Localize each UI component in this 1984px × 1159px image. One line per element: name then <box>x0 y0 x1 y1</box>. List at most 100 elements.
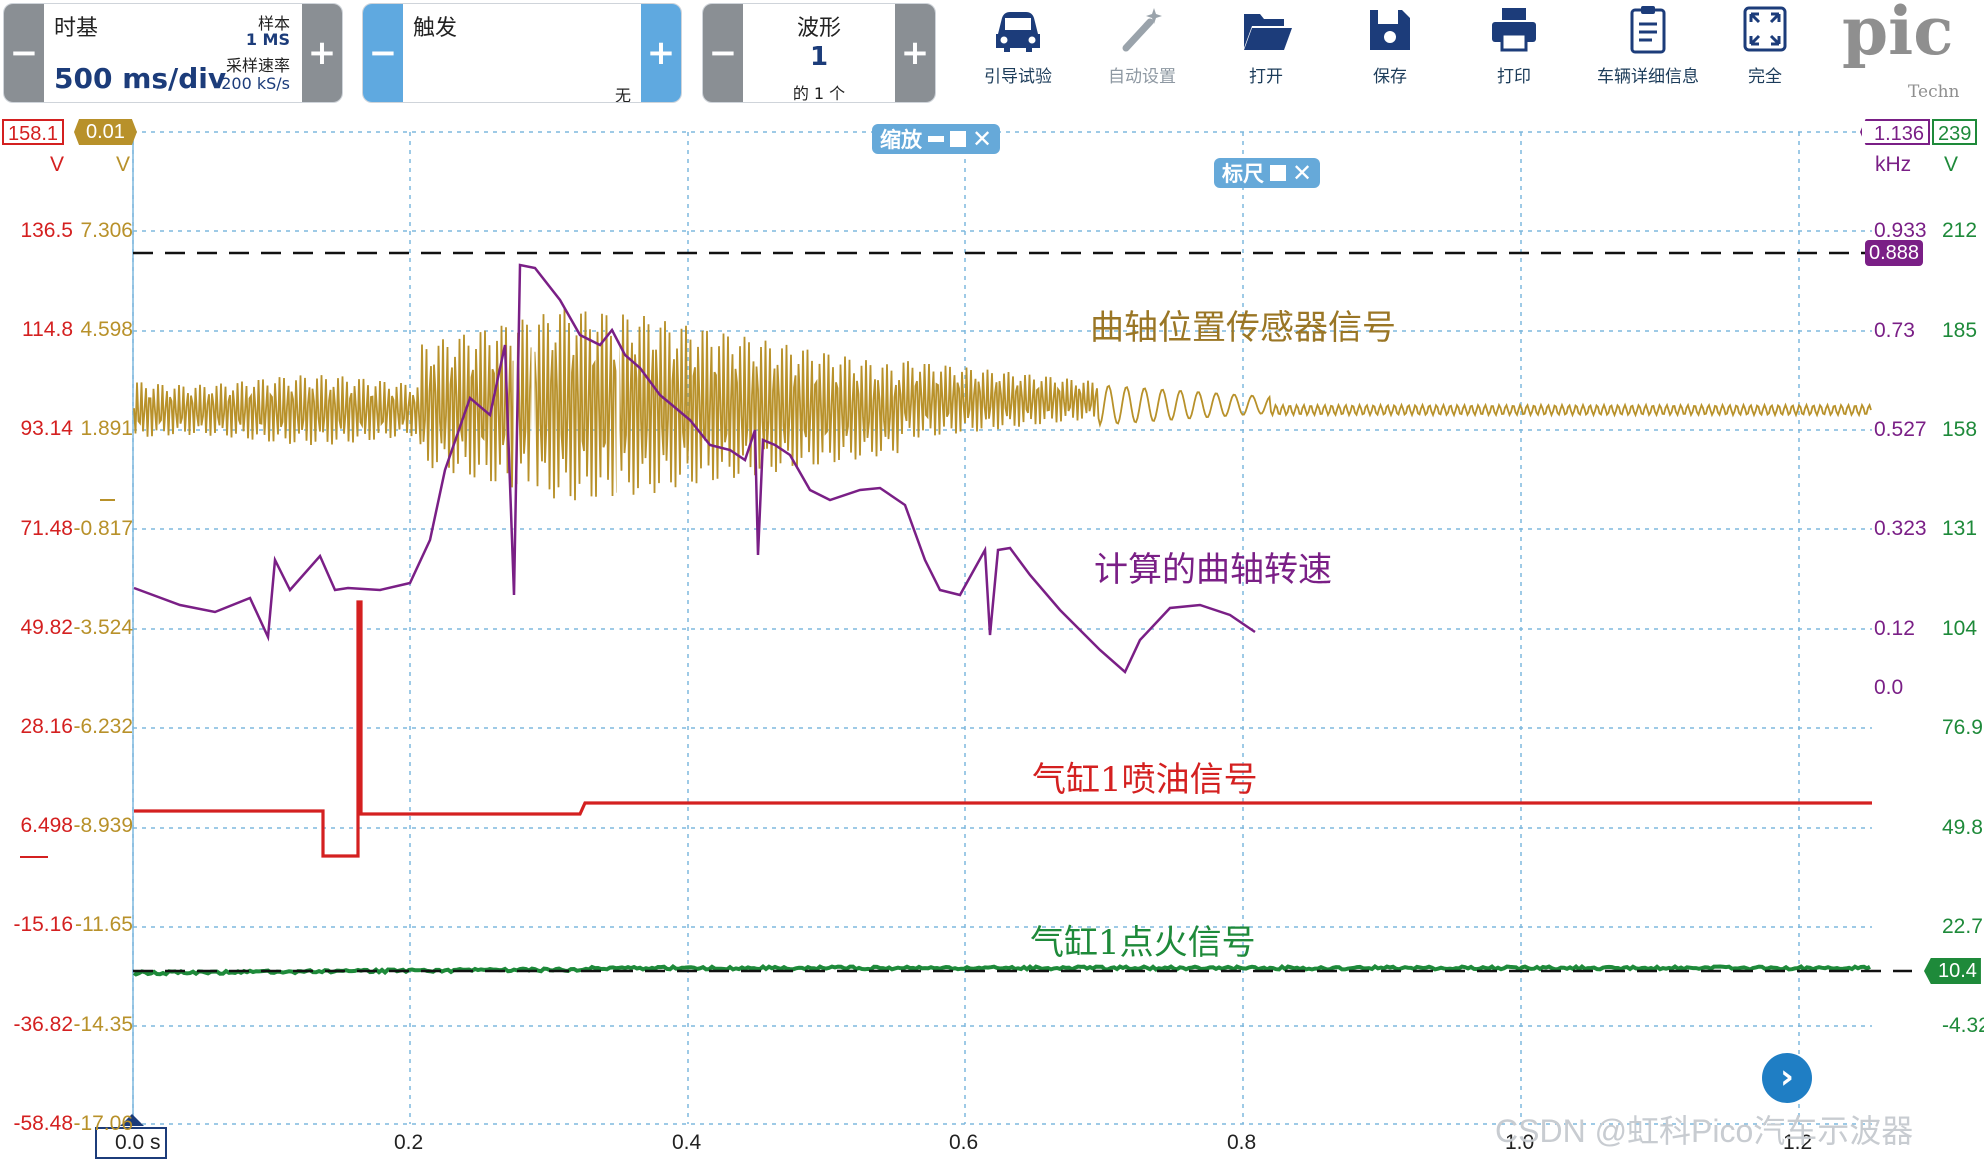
channel-b-axis-label: 4.598 <box>80 318 133 342</box>
trigger-mode[interactable]: 无 <box>615 82 631 103</box>
maximize-icon[interactable] <box>950 131 966 147</box>
logo-text: pic <box>1842 0 1953 70</box>
channel-b-axis-label: -8.939 <box>73 814 133 838</box>
watermark: CSDN @虹科Pico汽车示波器 <box>1495 1106 1913 1152</box>
math-scale: 1.136 <box>1874 123 1924 145</box>
zoom-overview-chip[interactable]: 缩放 ✕ <box>872 124 1000 154</box>
timebase-value[interactable]: 500 ms/div <box>54 62 226 95</box>
channel-a-axis-label: 114.8 <box>22 318 73 342</box>
channel-a-unit: V <box>50 153 64 177</box>
channel-b-axis-label: -11.65 <box>75 913 133 937</box>
auto-setup-button[interactable]: 自动设置 <box>1087 4 1197 96</box>
channel-d-axis-label: 158 <box>1942 418 1977 442</box>
channel-a-axis-label: 49.82 <box>20 616 73 640</box>
minimize-icon[interactable] <box>928 136 944 142</box>
channel-b-axis-label: -14.35 <box>73 1013 133 1037</box>
channel-d-axis-label: -4.32 <box>1942 1014 1984 1038</box>
x-axis-tick-label: 0.6 <box>949 1131 978 1155</box>
x-axis-tick-label: 0.0 s <box>115 1131 161 1155</box>
pico-logo: pic Techn <box>1834 0 1984 108</box>
math-axis-label: 0.12 <box>1874 617 1915 641</box>
channel-d-scale-tag[interactable]: 239 <box>1932 119 1977 145</box>
rate-label: 采样速率 <box>226 52 290 76</box>
channel-d-axis-label: 104 <box>1942 617 1977 641</box>
channel-a-axis-label: 136.5 <box>20 219 73 243</box>
channel-a-axis-label: 71.48 <box>20 517 73 541</box>
channel-d-axis-label: 185 <box>1942 319 1977 343</box>
channel-a-axis-label: -15.16 <box>13 913 73 937</box>
fullscreen-icon <box>1737 4 1793 56</box>
vehicle-details-button[interactable]: 车辆详细信息 <box>1583 4 1713 96</box>
channel-d-axis-label: 131 <box>1942 517 1977 541</box>
channel-d-axis-label: 22.7 <box>1942 915 1983 939</box>
math-axis-label: 0.933 <box>1874 219 1927 243</box>
channel-b-axis-label: 1.891 <box>80 417 133 441</box>
channel-a-axis-label: 28.16 <box>20 715 73 739</box>
channel-a-scale-tag[interactable]: 158.1 <box>2 119 64 145</box>
channel-a-axis-label: 93.14 <box>20 417 73 441</box>
channel-d-unit: V <box>1944 153 1958 177</box>
channel-b-scale: 0.01 <box>86 121 125 143</box>
timebase-decrease-button[interactable]: − <box>4 4 44 102</box>
ignition-label: 气缸1点火信号 <box>1030 915 1256 964</box>
open-label: 打开 <box>1211 62 1321 87</box>
waveform-plot[interactable] <box>0 112 1984 1159</box>
fullscreen-label: 完全 <box>1710 62 1820 87</box>
channel-d-ruler-tag[interactable]: 10.4 <box>1924 958 1981 984</box>
ruler-chip-label: 标尺 <box>1222 158 1264 188</box>
math-axis-label: 0.323 <box>1874 517 1927 541</box>
chevron-right-icon: › <box>1780 1057 1794 1097</box>
vehicle-details-label: 车辆详细信息 <box>1583 62 1713 87</box>
math-axis-label: 0.73 <box>1874 319 1915 343</box>
maximize-icon[interactable] <box>1270 165 1286 181</box>
injector-trace <box>134 602 1872 856</box>
auto-setup-label: 自动设置 <box>1087 62 1197 87</box>
folder-open-icon <box>1238 4 1294 56</box>
channel-b-axis-label: -6.232 <box>73 715 133 739</box>
waveform-next-button[interactable]: + <box>895 4 935 102</box>
waveform-control: − 波形 1 的 1 个 + <box>702 3 936 103</box>
x-axis-tick-label: 0.2 <box>394 1131 423 1155</box>
guided-test-label: 引导试验 <box>963 62 1073 87</box>
close-icon[interactable]: ✕ <box>972 125 992 153</box>
channel-b-axis-label: 7.306 <box>80 219 133 243</box>
channel-a-axis-label: -36.82 <box>13 1013 73 1037</box>
channel-d-axis-label: 49.8 <box>1942 816 1983 840</box>
trigger-decrease-button[interactable]: − <box>363 4 403 102</box>
save-button[interactable]: 保存 <box>1335 4 1445 96</box>
channel-a-axis-label: 6.498 <box>20 814 73 838</box>
car-icon <box>990 4 1046 56</box>
channel-b-unit: V <box>116 153 130 177</box>
close-icon[interactable]: ✕ <box>1292 159 1312 187</box>
fullscreen-button[interactable]: 完全 <box>1710 4 1820 96</box>
guided-test-button[interactable]: 引导试验 <box>963 4 1073 96</box>
channel-a-scale: 158.1 <box>8 123 58 145</box>
ruler-chip[interactable]: 标尺 ✕ <box>1214 158 1320 188</box>
channel-d-axis-label: 76.9 <box>1942 716 1983 740</box>
math-axis-label: 0.527 <box>1874 418 1927 442</box>
injector-label: 气缸1喷油信号 <box>1032 752 1258 801</box>
channel-b-axis-label: -0.817 <box>73 517 133 541</box>
print-button[interactable]: 打印 <box>1459 4 1569 96</box>
save-label: 保存 <box>1335 62 1445 87</box>
x-axis-tick-label: 0.4 <box>672 1131 701 1155</box>
samples-value[interactable]: 1 MS <box>246 30 290 49</box>
trigger-title: 触发 <box>413 10 457 42</box>
math-axis-label: 0.0 <box>1874 676 1903 700</box>
crank-sensor-trace <box>134 308 1871 500</box>
timebase-title: 时基 <box>54 10 98 42</box>
open-button[interactable]: 打开 <box>1211 4 1321 96</box>
channel-a-axis-label: -58.48 <box>13 1112 73 1136</box>
timebase-increase-button[interactable]: + <box>302 4 342 102</box>
trigger-increase-button[interactable]: + <box>641 4 681 102</box>
scope-view[interactable] <box>0 112 1984 1159</box>
channel-b-scale-tag[interactable]: 0.01 <box>74 119 137 145</box>
math-ruler-value: 0.888 <box>1869 242 1919 264</box>
math-ruler-tag[interactable]: 0.888 <box>1865 240 1923 266</box>
next-page-button[interactable]: › <box>1762 1053 1812 1103</box>
math-unit: kHz <box>1875 153 1911 177</box>
rate-value: 200 kS/s <box>221 74 290 93</box>
math-scale-tag[interactable]: 1.136 <box>1860 119 1930 145</box>
printer-icon <box>1486 4 1542 56</box>
channel-b-axis-label: -3.524 <box>73 616 133 640</box>
